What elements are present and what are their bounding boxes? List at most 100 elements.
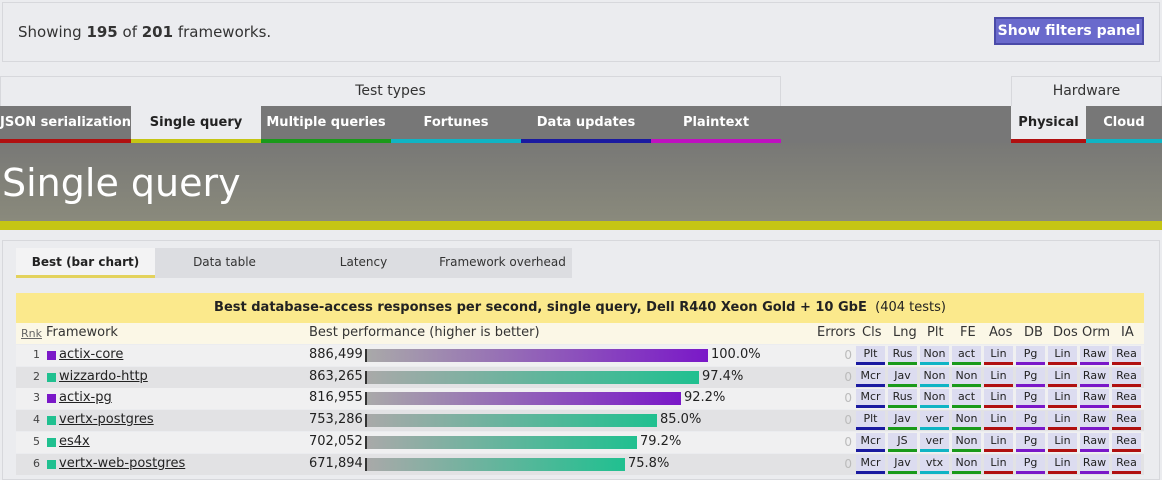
requests-per-second: 886,499 — [309, 347, 363, 362]
tab-json-serialization[interactable]: JSON serialization — [0, 106, 131, 143]
attr-plt: ver — [920, 411, 949, 431]
attr-fe: Non — [952, 454, 981, 474]
row-rank: 6 — [33, 456, 40, 470]
attr-fe: Non — [952, 432, 981, 452]
attr-db: Pg — [1016, 411, 1045, 431]
performance-bar — [365, 370, 699, 384]
tab-cloud[interactable]: Cloud — [1086, 106, 1162, 143]
tab-fortunes[interactable]: Fortunes — [391, 106, 521, 143]
table-row: 5 es4x 702,052 79.2% 0 Mcr JS ver Non Lin Pg Lin Raw… — [16, 431, 1144, 453]
attr-cls: Mcr — [856, 432, 885, 452]
attr-lng: Jav — [888, 367, 917, 387]
row-rank: 3 — [33, 391, 40, 405]
error-count: 0 — [844, 369, 852, 384]
attr-dos: Lin — [1048, 411, 1077, 431]
framework-link[interactable]: es4x — [59, 434, 90, 449]
attr-cls: Plt — [856, 411, 885, 431]
row-rank: 5 — [33, 434, 40, 448]
attr-ia: Rea — [1112, 367, 1141, 387]
attr-orm: Raw — [1080, 411, 1109, 431]
page-title: Single query — [2, 161, 241, 205]
attr-aos: Lin — [984, 346, 1013, 365]
top-bar: Showing 195 of 201 frameworks. — [2, 2, 1160, 62]
attr-aos: Lin — [984, 367, 1013, 387]
test-type-tabstrip: JSON serialization Single query Multiple… — [0, 106, 1162, 143]
attr-plt: Non — [920, 346, 949, 365]
attr-lng: JS — [888, 432, 917, 452]
framework-link[interactable]: actix-core — [59, 347, 123, 362]
column-rank[interactable]: Rnk — [21, 327, 42, 340]
performance-percent: 97.4% — [702, 368, 744, 384]
performance-bar — [365, 349, 708, 362]
tab-data-table[interactable]: Data table — [155, 248, 294, 278]
column-header-row: Rnk Framework Best performance (higher i… — [16, 323, 1144, 344]
attr-ia: Rea — [1112, 389, 1141, 409]
framework-link[interactable]: wizzardo-http — [59, 369, 148, 384]
attr-db: Pg — [1016, 454, 1045, 474]
attr-plt: Non — [920, 389, 949, 409]
framework-link[interactable]: vertx-postgres — [59, 412, 154, 427]
framework-link[interactable]: actix-pg — [59, 390, 112, 405]
tab-single-query[interactable]: Single query — [131, 106, 261, 143]
attr-db: Pg — [1016, 432, 1045, 452]
column-dos: Dos — [1053, 325, 1078, 340]
test-type-banner: Single query — [0, 143, 1162, 221]
attr-aos: Lin — [984, 411, 1013, 431]
tab-multiple-queries[interactable]: Multiple queries — [261, 106, 391, 143]
column-orm: Orm — [1082, 325, 1111, 340]
column-errors: Errors — [817, 325, 856, 340]
attr-dos: Lin — [1048, 346, 1077, 365]
language-swatch — [47, 459, 56, 469]
attr-orm: Raw — [1080, 454, 1109, 474]
chart-title: Best database-access responses per secon… — [16, 293, 1144, 323]
error-count: 0 — [844, 348, 852, 362]
attr-cls: Mcr — [856, 389, 885, 409]
error-count: 0 — [844, 456, 852, 471]
requests-per-second: 671,894 — [309, 455, 363, 471]
column-plt: Plt — [927, 325, 944, 340]
performance-percent: 92.2% — [684, 390, 726, 406]
language-swatch — [47, 351, 56, 360]
attr-cls: Mcr — [856, 367, 885, 387]
column-fe: FE — [960, 325, 976, 340]
table-row: 6 vertx-web-postgres 671,894 75.8% 0 Mcr Jav vt… — [16, 453, 1144, 475]
performance-percent: 85.0% — [660, 412, 702, 428]
attr-aos: Lin — [984, 389, 1013, 409]
attr-orm: Raw — [1080, 389, 1109, 409]
error-count: 0 — [844, 434, 852, 449]
performance-bar — [365, 457, 625, 471]
performance-bar — [365, 435, 637, 449]
attr-aos: Lin — [984, 432, 1013, 452]
attr-plt: ver — [920, 432, 949, 452]
attr-orm: Raw — [1080, 367, 1109, 387]
row-rank: 4 — [33, 413, 40, 427]
table-row: 4 vertx-postgres 753,286 85.0% 0 Plt Jav ver Non… — [16, 410, 1144, 432]
attr-db: Pg — [1016, 367, 1045, 387]
attr-db: Pg — [1016, 389, 1045, 409]
tab-framework-overhead[interactable]: Framework overhead — [433, 248, 572, 278]
test-types-header: Test types — [0, 76, 781, 106]
tab-physical[interactable]: Physical — [1011, 106, 1086, 143]
attr-orm: Raw — [1080, 432, 1109, 452]
attr-lng: Rus — [888, 346, 917, 365]
row-rank: 1 — [33, 348, 40, 361]
tab-latency[interactable]: Latency — [294, 248, 433, 278]
tab-plaintext[interactable]: Plaintext — [651, 106, 781, 143]
attr-lng: Jav — [888, 411, 917, 431]
column-best-performance: Best performance (higher is better) — [309, 325, 540, 340]
attr-fe: Non — [952, 411, 981, 431]
column-cls: Cls — [862, 325, 882, 340]
tab-best-bar-chart[interactable]: Best (bar chart) — [16, 248, 155, 278]
row-rank: 2 — [33, 369, 40, 383]
requests-per-second: 816,955 — [309, 390, 363, 406]
tab-data-updates[interactable]: Data updates — [521, 106, 651, 143]
attr-cls: Mcr — [856, 454, 885, 474]
attr-plt: vtx — [920, 454, 949, 474]
performance-bar — [365, 414, 657, 428]
show-filters-panel-button[interactable]: Show filters panel — [994, 17, 1144, 45]
language-swatch — [47, 416, 56, 426]
language-swatch — [47, 394, 56, 404]
requests-per-second: 702,052 — [309, 433, 363, 449]
attr-lng: Jav — [888, 454, 917, 474]
framework-link[interactable]: vertx-web-postgres — [59, 456, 185, 471]
